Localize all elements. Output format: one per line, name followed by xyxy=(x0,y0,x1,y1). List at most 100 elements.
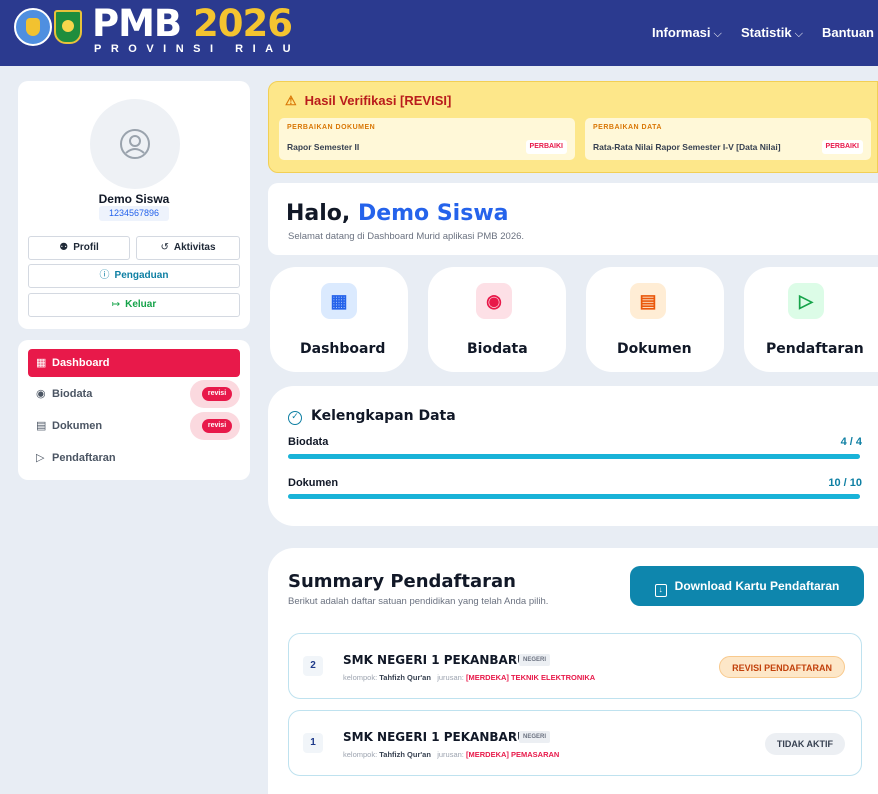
dokumen-progress-value: 10 / 10 xyxy=(828,477,862,489)
sidebar-item-label: Biodata xyxy=(52,388,93,400)
jurusan-label: jurusan: xyxy=(437,750,464,759)
nav-statistik-label: Statistik xyxy=(741,25,792,40)
sidebar-item-label: Dashboard xyxy=(52,357,110,369)
keluar-button-label: Keluar xyxy=(125,299,157,310)
brand-year: 2026 xyxy=(193,2,293,45)
check-circle-icon: ✓ xyxy=(288,411,302,425)
sidebar-item-biodata[interactable]: ◉ Biodata revisi xyxy=(28,380,240,408)
perbaiki-button[interactable]: PERBAIKI xyxy=(525,140,567,154)
alert-title: ⚠ Hasil Verifikasi [REVISI] xyxy=(285,93,451,109)
profile-name: Demo Siswa xyxy=(98,192,170,206)
document-fix-label: PERBAIKAN DOKUMEN xyxy=(287,124,376,131)
sidebar-item-dashboard[interactable]: ▦ Dashboard xyxy=(28,349,240,377)
kelompok-value: Tahfizh Qur'an xyxy=(379,750,431,759)
revisi-badge: revisi xyxy=(202,419,232,433)
user-icon: ⚉ xyxy=(59,242,69,253)
warning-icon: ⚠ xyxy=(285,93,297,108)
nav-bantuan-label: Bantuan xyxy=(822,25,874,40)
sidebar-item-pendaftaran[interactable]: ▷ Pendaftaran xyxy=(28,444,240,472)
nav-informasi[interactable]: Informasi ⌵ xyxy=(652,0,722,66)
completeness-card: ✓ Kelengkapan Data Biodata 4 / 4 Dokumen … xyxy=(268,386,878,526)
pengaduan-button[interactable]: ⓘ Pengaduan xyxy=(28,264,240,288)
profile-id-badge: 1234567896 xyxy=(99,206,169,221)
registration-item[interactable]: 1 SMK NEGERI 1 PEKANBARU NEGERI kelompok… xyxy=(288,710,862,776)
registration-item[interactable]: 2 SMK NEGERI 1 PEKANBARU NEGERI kelompok… xyxy=(288,633,862,699)
revisi-badge-wrap: revisi xyxy=(190,380,240,408)
history-icon: ↺ xyxy=(160,242,169,253)
quick-link-dokumen[interactable]: ▤ Dokumen xyxy=(586,267,724,372)
quick-link-biodata[interactable]: ◉ Biodata xyxy=(428,267,566,372)
biodata-progress-label: Biodata xyxy=(288,436,329,448)
pengaduan-button-label: Pengaduan xyxy=(114,270,169,281)
school-name: SMK NEGERI 1 PEKANBARU xyxy=(343,730,527,744)
quick-link-label: Pendaftaran xyxy=(766,341,864,357)
kelompok-value: Tahfizh Qur'an xyxy=(379,673,431,682)
chevron-down-icon: ⌵ xyxy=(794,28,803,40)
brand-subtitle: PROVINSI RIAU xyxy=(94,43,301,55)
nav-statistik[interactable]: Statistik ⌵ xyxy=(741,0,803,66)
greeting-title: Halo, Demo Siswa xyxy=(286,201,508,226)
greeting-card: Halo, Demo Siswa Selamat datang di Dashb… xyxy=(268,183,878,255)
keluar-button[interactable]: ↦ Keluar xyxy=(28,293,240,317)
user-circle-icon: ◉ xyxy=(36,388,46,400)
jurusan-value: [MERDEKA] PEMASARAN xyxy=(465,750,560,759)
logout-icon: ↦ xyxy=(111,299,121,310)
greeting-name: Demo Siswa xyxy=(357,201,509,226)
kelompok-label: kelompok: xyxy=(343,750,378,759)
registration-meta: kelompok: Tahfizh Qur'an jurusan: [MERDE… xyxy=(343,750,559,759)
document-fix-text: Rapor Semester II xyxy=(287,142,360,152)
summary-subtitle: Berikut adalah daftar satuan pendidikan … xyxy=(288,596,549,607)
document-icon: ▤ xyxy=(36,420,47,432)
sidebar-item-label: Pendaftaran xyxy=(52,452,116,464)
quick-link-label: Biodata xyxy=(467,341,528,357)
perbaiki-button[interactable]: PERBAIKI xyxy=(821,140,863,154)
data-fix-text: Rata-Rata Nilai Rapor Semester I-V [Data… xyxy=(593,142,781,152)
dokumen-progress-bar xyxy=(288,494,860,499)
quick-link-pendaftaran[interactable]: ▷ Pendaftaran xyxy=(744,267,878,372)
dokumen-progress-track xyxy=(288,494,860,499)
profil-button[interactable]: ⚉ Profil xyxy=(28,236,130,260)
school-name: SMK NEGERI 1 PEKANBARU xyxy=(343,653,527,667)
aktivitas-button-label: Aktivitas xyxy=(173,242,216,253)
summary-card: Summary Pendaftaran Berikut adalah dafta… xyxy=(268,548,878,794)
send-icon: ▷ xyxy=(36,452,45,464)
biodata-progress-value: 4 / 4 xyxy=(840,436,862,448)
completeness-title: ✓ Kelengkapan Data xyxy=(288,408,456,425)
alert-title-text: Hasil Verifikasi [REVISI] xyxy=(304,93,452,108)
revisi-badge-wrap: revisi xyxy=(190,412,240,440)
completeness-title-text: Kelengkapan Data xyxy=(311,408,456,424)
choice-rank: 1 xyxy=(303,733,323,753)
grid-icon: ▦ xyxy=(36,357,47,369)
data-fix-label: PERBAIKAN DATA xyxy=(593,124,662,131)
kelompok-label: kelompok: xyxy=(343,673,378,682)
choice-rank: 2 xyxy=(303,656,323,676)
quick-link-label: Dashboard xyxy=(300,341,386,357)
riau-province-logo-icon xyxy=(54,10,82,44)
brand-logo[interactable]: PMB 2026 PROVINSI RIAU xyxy=(92,2,293,55)
help-circle-icon: ⓘ xyxy=(99,270,110,281)
greeting-subtitle: Selamat datang di Dashboard Murid aplika… xyxy=(288,231,525,242)
nav-bantuan[interactable]: Bantuan xyxy=(822,0,874,66)
sidebar-menu: ▦ Dashboard ◉ Biodata revisi ▤ Dokumen revi… xyxy=(18,340,250,480)
aktivitas-button[interactable]: ↺ Aktivitas xyxy=(136,236,240,260)
tut-wuri-logo-icon xyxy=(14,8,52,46)
user-circle-icon: ◉ xyxy=(476,283,512,319)
avatar xyxy=(90,99,180,189)
quick-link-label: Dokumen xyxy=(617,341,692,357)
verification-alert: ⚠ Hasil Verifikasi [REVISI] PERBAIKAN DOK… xyxy=(268,81,878,173)
profil-button-label: Profil xyxy=(73,242,99,253)
sidebar-item-label: Dokumen xyxy=(52,420,103,432)
status-badge: TIDAK AKTIF xyxy=(764,733,845,755)
document-icon: ▤ xyxy=(630,283,666,319)
top-navbar: PMB 2026 PROVINSI RIAU Informasi ⌵ Statis… xyxy=(0,0,878,66)
sidebar-item-dokumen[interactable]: ▤ Dokumen revisi xyxy=(28,412,240,440)
school-type-tag: NEGERI xyxy=(519,731,551,743)
profile-card: Demo Siswa 1234567896 ⚉ Profil ↺ Aktivitas… xyxy=(18,81,250,329)
data-fix-box: PERBAIKAN DATA Rata-Rata Nilai Rapor Sem… xyxy=(585,118,871,160)
status-badge[interactable]: REVISI PENDAFTARAN xyxy=(719,656,845,678)
summary-title: Summary Pendaftaran xyxy=(288,571,516,592)
revisi-badge: revisi xyxy=(202,387,232,401)
quick-link-dashboard[interactable]: ▦ Dashboard xyxy=(270,267,408,372)
send-icon: ▷ xyxy=(788,283,824,319)
download-card-button[interactable]: ↓ Download Kartu Pendaftaran xyxy=(630,566,864,606)
